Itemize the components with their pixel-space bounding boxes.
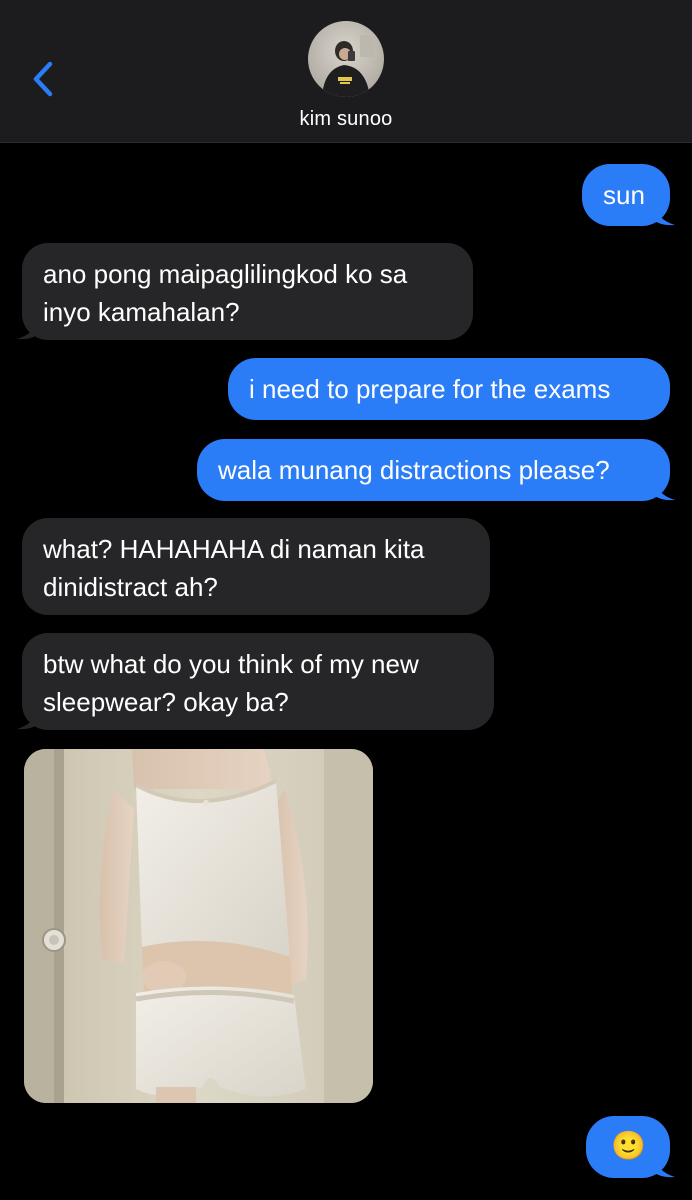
outgoing-message[interactable]: sun xyxy=(582,164,675,226)
bubble-tail xyxy=(653,1154,675,1178)
message-text-line: inyo kamahalan? xyxy=(43,297,240,327)
message-text-line: ano pong maipaglilingkod ko sa xyxy=(43,259,408,289)
photo-message[interactable] xyxy=(24,749,373,1103)
back-button[interactable] xyxy=(26,54,66,104)
contact-avatar[interactable] xyxy=(308,21,384,97)
incoming-message[interactable]: ano pong maipaglilingkod ko sa inyo kama… xyxy=(17,243,473,340)
photo-attachment xyxy=(24,749,373,1103)
bubble-tail xyxy=(17,316,39,340)
message-text: wala munang distractions please? xyxy=(218,455,610,485)
message-text-line: sleepwear? okay ba? xyxy=(43,687,289,717)
outgoing-message[interactable]: wala munang distractions please? xyxy=(197,439,675,501)
contact-name[interactable]: kim sunoo xyxy=(0,108,692,131)
outgoing-message[interactable]: i need to prepare for the exams xyxy=(228,358,670,420)
bubble-tail xyxy=(653,477,675,501)
message-text: sun xyxy=(603,180,645,210)
message-text: i need to prepare for the exams xyxy=(249,374,611,404)
bubble-tail xyxy=(17,706,39,730)
emoji-text: 🙂 xyxy=(611,1130,646,1161)
avatar-photo xyxy=(308,21,384,97)
incoming-message[interactable]: what? HAHAHAHA di naman kita dinidistrac… xyxy=(22,518,490,615)
message-text-line: what? HAHAHAHA di naman kita xyxy=(43,534,425,564)
conversation-header: kim sunoo xyxy=(0,0,692,143)
outgoing-message[interactable]: 🙂 xyxy=(586,1116,675,1178)
message-text-line: dinidistract ah? xyxy=(43,572,218,602)
incoming-message[interactable]: btw what do you think of my new sleepwea… xyxy=(17,633,494,730)
message-text-line: btw what do you think of my new xyxy=(43,649,419,679)
bubble-tail xyxy=(653,202,675,226)
chevron-left-icon xyxy=(33,61,53,97)
